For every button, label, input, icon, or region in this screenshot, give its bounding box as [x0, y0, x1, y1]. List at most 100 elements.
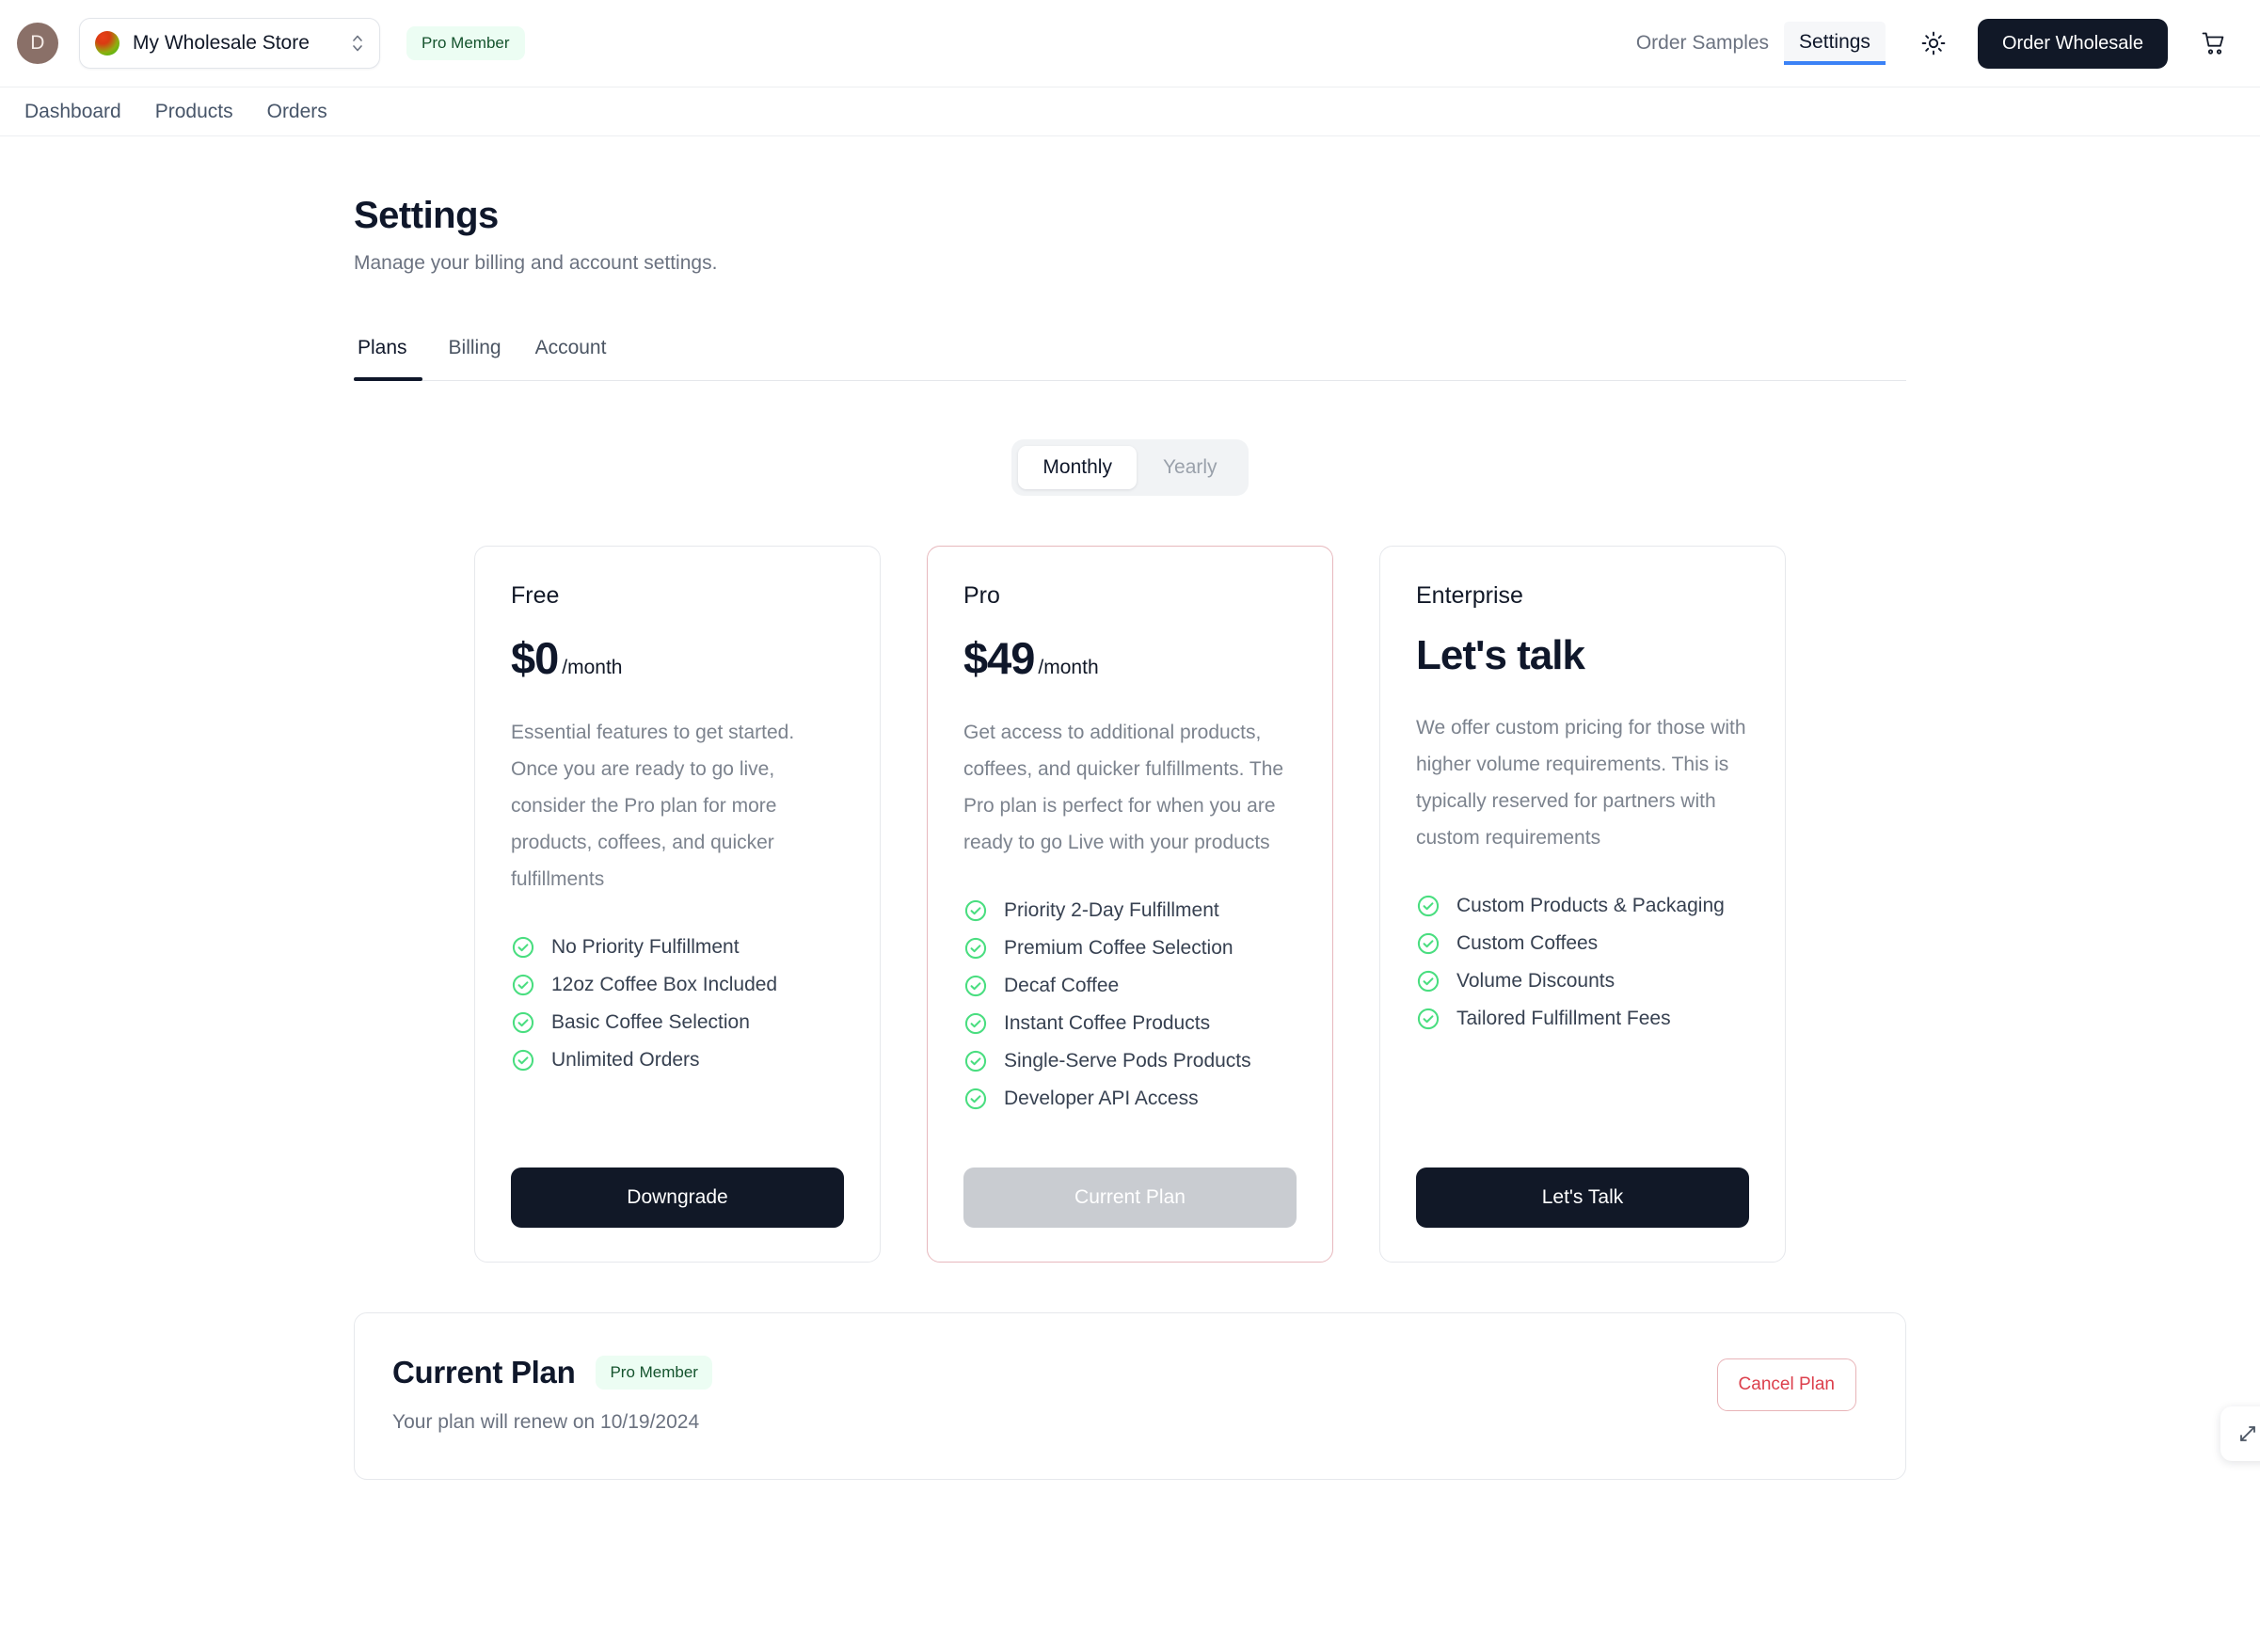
check-circle-icon: [1416, 969, 1440, 993]
plan-price-row: Let's talk: [1416, 632, 1749, 679]
plan-period: /month: [562, 657, 623, 678]
plan-card-pro: Pro $49 /month Get access to additional …: [927, 546, 1333, 1263]
subnav-item-dashboard[interactable]: Dashboard: [24, 101, 121, 123]
plan-description: Get access to additional products, coffe…: [963, 722, 1284, 854]
check-circle-icon: [511, 973, 535, 997]
tab-billing[interactable]: Billing: [432, 327, 518, 380]
plan-price-row: $49 /month: [963, 632, 1297, 684]
check-circle-icon: [511, 1010, 535, 1035]
order-wholesale-button[interactable]: Order Wholesale: [1977, 18, 2168, 69]
check-circle-icon: [1416, 894, 1440, 918]
feature-label: Decaf Coffee: [1004, 975, 1120, 997]
status-badge: Pro Member: [596, 1356, 712, 1390]
plan-price-row: $0 /month: [511, 632, 844, 684]
check-circle-icon: [963, 974, 988, 998]
subnav-item-products[interactable]: Products: [155, 101, 233, 123]
billing-cycle-toggle: Monthly Yearly: [1011, 439, 1249, 496]
feature-item: Tailored Fulfillment Fees: [1416, 1007, 1749, 1031]
settings-page: Settings Manage your billing and account…: [354, 136, 1906, 1480]
nav-order-samples[interactable]: Order Samples: [1621, 23, 1784, 64]
tab-plans[interactable]: Plans: [354, 327, 432, 381]
plan-cta-wrapper: Current Plan: [963, 1130, 1297, 1228]
plan-cards: Free $0 /month Essential features to get…: [354, 546, 1906, 1263]
plan-period: /month: [1038, 657, 1099, 678]
check-circle-icon: [963, 1049, 988, 1073]
check-circle-icon: [963, 898, 988, 923]
feature-item: Custom Products & Packaging: [1416, 894, 1749, 918]
downgrade-button[interactable]: Downgrade: [511, 1168, 844, 1228]
feature-label: 12oz Coffee Box Included: [551, 974, 778, 996]
current-plan-info: Current Plan Pro Member Your plan will r…: [392, 1355, 1717, 1434]
current-plan-title-row: Current Plan Pro Member: [392, 1355, 1717, 1390]
feature-label: Priority 2-Day Fulfillment: [1004, 899, 1219, 922]
plan-name: Free: [511, 582, 560, 609]
cancel-plan-button[interactable]: Cancel Plan: [1716, 1358, 1856, 1411]
avatar-initial: D: [30, 32, 45, 54]
feature-item: No Priority Fulfillment: [511, 935, 844, 960]
store-gradient-dot-icon: [95, 31, 119, 56]
plan-card-enterprise: Enterprise Let's talk We offer custom pr…: [1379, 546, 1786, 1263]
feature-item: Premium Coffee Selection: [963, 936, 1297, 961]
billing-cycle-yearly[interactable]: Yearly: [1138, 446, 1242, 489]
feature-item: Volume Discounts: [1416, 969, 1749, 993]
feature-item: 12oz Coffee Box Included: [511, 973, 844, 997]
check-circle-icon: [963, 936, 988, 961]
plan-name: Pro: [963, 582, 1000, 609]
feature-label: Tailored Fulfillment Fees: [1456, 1008, 1671, 1030]
renewal-text: Your plan will renew on 10/19/2024: [392, 1411, 700, 1433]
current-plan-button: Current Plan: [963, 1168, 1297, 1228]
subnav-item-orders[interactable]: Orders: [267, 101, 327, 123]
current-plan-title: Current Plan: [392, 1355, 576, 1390]
check-circle-icon: [963, 1087, 988, 1111]
plan-cta-wrapper: Downgrade: [511, 1130, 844, 1228]
check-circle-icon: [1416, 931, 1440, 956]
up-down-chevron-icon: [349, 31, 366, 56]
billing-cycle-monthly[interactable]: Monthly: [1018, 446, 1137, 489]
avatar[interactable]: D: [17, 23, 58, 64]
feature-item: Basic Coffee Selection: [511, 1010, 844, 1035]
membership-badge: Pro Member: [406, 26, 525, 60]
plan-price: Let's talk: [1416, 632, 1585, 678]
resize-handle-icon[interactable]: [2220, 1406, 2260, 1461]
tab-account[interactable]: Account: [518, 327, 624, 380]
feature-item: Custom Coffees: [1416, 931, 1749, 956]
feature-item: Unlimited Orders: [511, 1048, 844, 1072]
check-circle-icon: [511, 1048, 535, 1072]
nav-settings[interactable]: Settings: [1784, 22, 1886, 65]
plan-cta-wrapper: Let's Talk: [1416, 1130, 1749, 1228]
feature-label: Custom Coffees: [1456, 932, 1599, 955]
plan-card-free: Free $0 /month Essential features to get…: [474, 546, 881, 1263]
feature-label: Single-Serve Pods Products: [1004, 1050, 1251, 1072]
plan-features: Priority 2-Day Fulfillment Premium Coffe…: [963, 898, 1297, 1111]
feature-label: No Priority Fulfillment: [551, 936, 740, 959]
plan-description: We offer custom pricing for those with h…: [1416, 717, 1746, 850]
feature-item: Developer API Access: [963, 1087, 1297, 1111]
feature-label: Custom Products & Packaging: [1456, 895, 1725, 917]
feature-item: Instant Coffee Products: [963, 1011, 1297, 1036]
billing-cycle-wrapper: Monthly Yearly: [354, 439, 1906, 496]
plan-price: $0: [511, 633, 559, 683]
page-subtitle: Manage your billing and account settings…: [354, 252, 718, 274]
store-selector-label: My Wholesale Store: [133, 32, 310, 54]
feature-label: Premium Coffee Selection: [1004, 937, 1233, 960]
store-selector[interactable]: My Wholesale Store: [79, 18, 380, 69]
feature-label: Unlimited Orders: [551, 1049, 700, 1072]
current-plan-panel: Current Plan Pro Member Your plan will r…: [354, 1312, 1906, 1480]
lets-talk-button[interactable]: Let's Talk: [1416, 1168, 1749, 1228]
feature-item: Priority 2-Day Fulfillment: [963, 898, 1297, 923]
plan-features: Custom Products & Packaging Custom Coffe…: [1416, 894, 1749, 1031]
settings-tabs: Plans Billing Account: [354, 327, 1906, 381]
check-circle-icon: [511, 935, 535, 960]
check-circle-icon: [1416, 1007, 1440, 1031]
page-title: Settings: [354, 195, 499, 236]
shopping-cart-icon[interactable]: [2192, 22, 2236, 65]
feature-label: Developer API Access: [1004, 1088, 1199, 1110]
sun-icon[interactable]: [1912, 22, 1955, 65]
plan-description: Essential features to get started. Once …: [511, 722, 795, 891]
header-actions: Order Samples Settings Order Wholesale: [1621, 18, 2236, 69]
plan-name: Enterprise: [1416, 582, 1523, 609]
feature-label: Basic Coffee Selection: [551, 1011, 750, 1034]
feature-item: Single-Serve Pods Products: [963, 1049, 1297, 1073]
feature-label: Volume Discounts: [1456, 970, 1615, 993]
feature-label: Instant Coffee Products: [1004, 1012, 1211, 1035]
